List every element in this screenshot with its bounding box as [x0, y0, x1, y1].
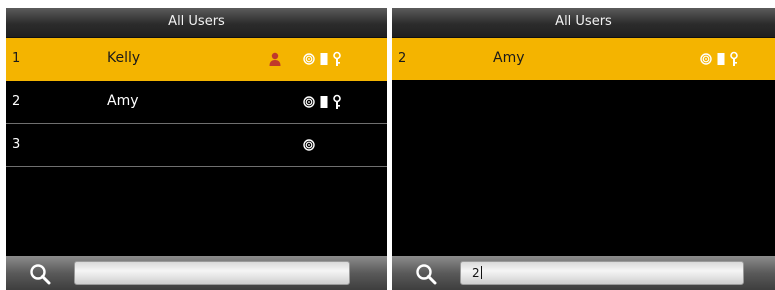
fingerprint-icon	[303, 94, 315, 110]
search-icon[interactable]	[28, 263, 54, 285]
search-bar	[6, 256, 387, 290]
fingerprint-icon	[700, 51, 712, 67]
user-list: 2 Amy	[392, 38, 775, 80]
user-name: Amy	[493, 50, 525, 66]
search-input[interactable]: 2	[460, 261, 744, 285]
verify-icons	[303, 137, 315, 153]
user-id: 2	[12, 94, 21, 109]
card-icon	[320, 94, 328, 110]
user-id: 1	[12, 51, 21, 66]
title-bar: All Users	[6, 8, 387, 38]
search-icon[interactable]	[414, 263, 440, 285]
password-key-icon	[333, 51, 341, 67]
screen-title: All Users	[555, 14, 612, 29]
user-id: 2	[398, 51, 407, 66]
password-key-icon	[333, 94, 341, 110]
admin-user-icon	[269, 51, 281, 67]
card-icon	[320, 51, 328, 67]
user-list-screen-left: All Users 1 Kelly 2 Amy 3	[6, 8, 387, 290]
user-row-1[interactable]: 1 Kelly	[6, 38, 387, 81]
title-bar: All Users	[392, 8, 775, 38]
user-name: Amy	[107, 93, 139, 109]
search-bar: 2	[392, 256, 775, 290]
password-key-icon	[730, 51, 738, 67]
verify-icons	[303, 94, 341, 110]
fingerprint-icon	[303, 137, 315, 153]
card-icon	[717, 51, 725, 67]
user-row-2[interactable]: 2 Amy	[6, 81, 387, 124]
user-list: 1 Kelly 2 Amy 3	[6, 38, 387, 167]
text-caret	[480, 266, 482, 279]
search-input[interactable]	[74, 261, 350, 285]
fingerprint-icon	[303, 51, 315, 67]
screen-title: All Users	[168, 14, 225, 29]
user-row-3[interactable]: 3	[6, 124, 387, 167]
user-id: 3	[12, 137, 21, 152]
search-value: 2	[472, 266, 482, 280]
user-list-screen-right: All Users 2 Amy 2	[392, 8, 775, 290]
verify-icons	[700, 51, 738, 67]
verify-icons	[269, 51, 341, 67]
user-row-2[interactable]: 2 Amy	[392, 38, 775, 80]
user-name: Kelly	[107, 50, 141, 66]
search-text: 2	[472, 266, 480, 280]
